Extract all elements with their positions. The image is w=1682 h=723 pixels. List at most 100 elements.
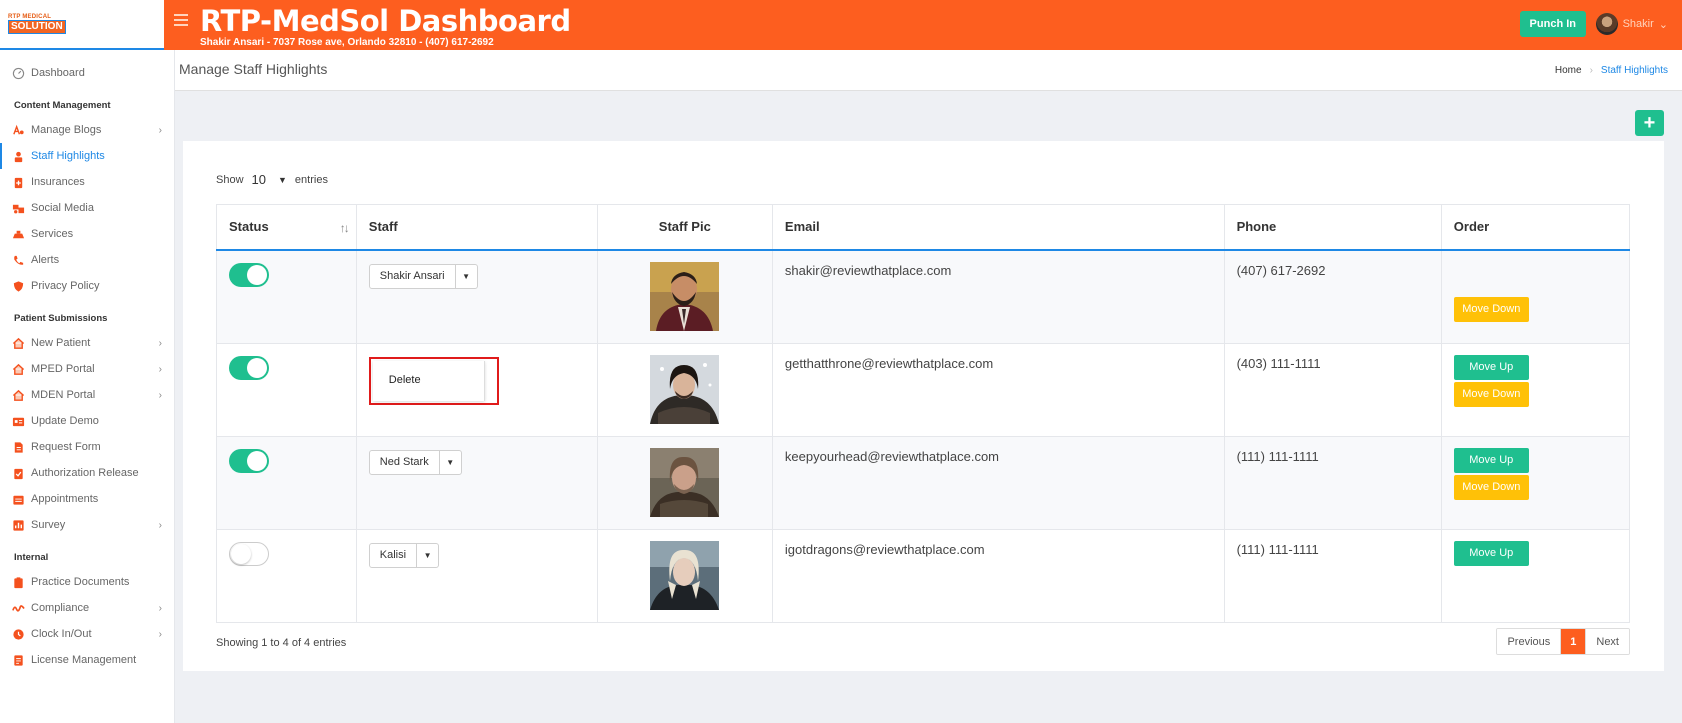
insurance-icon — [12, 176, 25, 189]
order-cell: Move Up Move Down — [1440, 342, 1631, 437]
page-size-value: 10 — [251, 172, 266, 187]
sidebar-item-survey[interactable]: Survey › — [0, 512, 174, 538]
caret-down-icon[interactable]: ▼ — [417, 544, 438, 567]
staff-dropdown[interactable]: Ned Stark ▼ — [368, 449, 462, 475]
sidebar-item-label: Practice Documents — [31, 576, 130, 588]
order-cell: Move Down — [1440, 249, 1631, 344]
sidebar-item-label: Appointments — [31, 493, 99, 505]
move-up-button[interactable]: Move Up — [1453, 540, 1529, 566]
sidebar-item-insurances[interactable]: Insurances — [0, 169, 174, 195]
staff-pic-cell — [596, 528, 773, 623]
phone-cell: (111) 111-1111 — [1223, 435, 1442, 530]
sidebar-item-alerts[interactable]: Alerts — [0, 247, 174, 273]
clipboard-icon — [12, 576, 25, 589]
order-cell: Move Up Move Down — [1440, 435, 1631, 530]
table-row: Delete getthatthrone@reviewthatplace.com… — [216, 342, 1631, 437]
caret-down-icon[interactable]: ▼ — [440, 451, 461, 474]
sidebar-item-manage-blogs[interactable]: Manage Blogs › — [0, 117, 174, 143]
col-status[interactable]: Status ↑↓ — [216, 204, 357, 251]
move-down-button[interactable]: Move Down — [1453, 381, 1529, 407]
caret-down-icon[interactable]: ▼ — [456, 265, 477, 288]
sidebar-item-social-media[interactable]: Social Media — [0, 195, 174, 221]
sidebar-item-mden-portal[interactable]: MDEN Portal › — [0, 382, 174, 408]
move-up-button[interactable]: Move Up — [1453, 354, 1529, 380]
staff-name[interactable]: Ned Stark — [370, 450, 440, 474]
sidebar-item-appointments[interactable]: Appointments — [0, 486, 174, 512]
user-menu[interactable]: Shakir ⌄ — [1595, 13, 1668, 35]
staff-name[interactable]: Shakir Ansari — [370, 264, 456, 288]
sidebar-section-title: Patient Submissions — [14, 313, 108, 324]
sidebar-item-dashboard[interactable]: Dashboard — [0, 60, 174, 86]
sidebar-item-label: Staff Highlights — [31, 150, 105, 162]
blog-icon — [12, 124, 25, 137]
staff-action-menu[interactable]: Delete — [368, 356, 499, 405]
sidebar-item-practice-documents[interactable]: Practice Documents — [0, 569, 174, 595]
sidebar-item-label: Request Form — [31, 441, 101, 453]
sidebar-item-label: New Patient — [31, 337, 91, 349]
sidebar-item-authorization-release[interactable]: Authorization Release — [0, 460, 174, 486]
page-size-select[interactable]: 10 ▼ — [250, 172, 289, 187]
col-staff[interactable]: Staff — [355, 204, 598, 251]
chevron-right-icon: › — [1589, 65, 1593, 76]
status-toggle[interactable] — [229, 541, 269, 566]
sidebar-item-new-patient[interactable]: New Patient › — [0, 330, 174, 356]
sidebar-item-privacy-policy[interactable]: Privacy Policy — [0, 273, 174, 299]
sidebar-item-label: Services — [31, 228, 74, 240]
sidebar-item-clock-in-out[interactable]: Clock In/Out › — [0, 621, 174, 647]
sidebar-item-compliance[interactable]: Compliance › — [0, 595, 174, 621]
sidebar-item-label: Update Demo — [31, 415, 99, 427]
sort-icon[interactable]: ↑↓ — [340, 221, 350, 235]
pagination: Previous 1 Next — [1496, 628, 1630, 655]
move-down-button[interactable]: Move Down — [1453, 474, 1529, 500]
col-email[interactable]: Email — [771, 204, 1225, 251]
page-title: Manage Staff Highlights — [179, 61, 328, 77]
sidebar-item-request-form[interactable]: Request Form — [0, 434, 174, 460]
punch-in-button[interactable]: Punch In — [1519, 11, 1586, 37]
staff-pic-cell — [596, 342, 773, 437]
id-card-icon — [12, 415, 25, 428]
sidebar-item-label: License Management — [31, 654, 137, 666]
col-staff-pic[interactable]: Staff Pic — [596, 204, 773, 251]
sidebar-item-label: MPED Portal — [31, 363, 95, 375]
previous-button[interactable]: Previous — [1497, 629, 1562, 654]
move-up-button[interactable]: Move Up — [1453, 447, 1529, 473]
status-toggle[interactable] — [229, 355, 269, 380]
breadcrumb-home[interactable]: Home — [1555, 65, 1582, 76]
table-header-row: Status ↑↓ Staff Staff Pic Email Phone Ord… — [216, 204, 1631, 251]
sidebar-item-update-demo[interactable]: Update Demo — [0, 408, 174, 434]
next-button[interactable]: Next — [1585, 629, 1629, 654]
sidebar-item-services[interactable]: Services — [0, 221, 174, 247]
status-toggle[interactable] — [229, 262, 269, 287]
page-1-button[interactable]: 1 — [1561, 629, 1586, 654]
sidebar-item-staff-highlights[interactable]: Staff Highlights — [0, 143, 174, 169]
staff-dropdown[interactable]: Shakir Ansari ▼ — [368, 263, 478, 289]
home-icon — [12, 363, 25, 376]
table-row: Kalisi ▼ igotdragons@reviewthatplace.com … — [216, 528, 1631, 623]
breadcrumb: Home › Staff Highlights — [1555, 65, 1668, 76]
delete-menu-item[interactable]: Delete — [389, 374, 421, 386]
status-cell — [216, 435, 357, 530]
col-phone[interactable]: Phone — [1223, 204, 1442, 251]
menu-toggle-icon[interactable] — [174, 14, 188, 26]
move-down-button[interactable]: Move Down — [1453, 296, 1529, 322]
page-size-control: Show 10 ▼ entries — [216, 172, 328, 187]
col-status-label: Status — [229, 219, 269, 235]
staff-dropdown[interactable]: Kalisi ▼ — [368, 542, 440, 568]
add-staff-button[interactable]: + — [1635, 110, 1664, 136]
logo[interactable]: RTP MEDICAL SOLUTION — [8, 14, 66, 34]
logo-line2: SOLUTION — [8, 20, 66, 34]
brand-logo-area[interactable]: RTP MEDICAL SOLUTION — [0, 0, 164, 50]
sidebar-section-title: Content Management — [14, 100, 111, 111]
staff-name[interactable]: Kalisi — [370, 543, 418, 567]
sidebar-item-mped-portal[interactable]: MPED Portal › — [0, 356, 174, 382]
status-cell — [216, 342, 357, 437]
staff-photo — [650, 354, 720, 424]
col-order[interactable]: Order — [1440, 204, 1631, 251]
staff-cell: Ned Stark ▼ — [355, 435, 598, 530]
email-cell: getthatthrone@reviewthatplace.com — [771, 342, 1225, 437]
sidebar-item-label: Privacy Policy — [31, 280, 100, 292]
email-cell: shakir@reviewthatplace.com — [771, 249, 1225, 344]
status-toggle[interactable] — [229, 448, 269, 473]
dashboard-subtitle: Shakir Ansari - 7037 Rose ave, Orlando 3… — [200, 37, 494, 48]
sidebar-item-license-management[interactable]: License Management — [0, 647, 174, 673]
